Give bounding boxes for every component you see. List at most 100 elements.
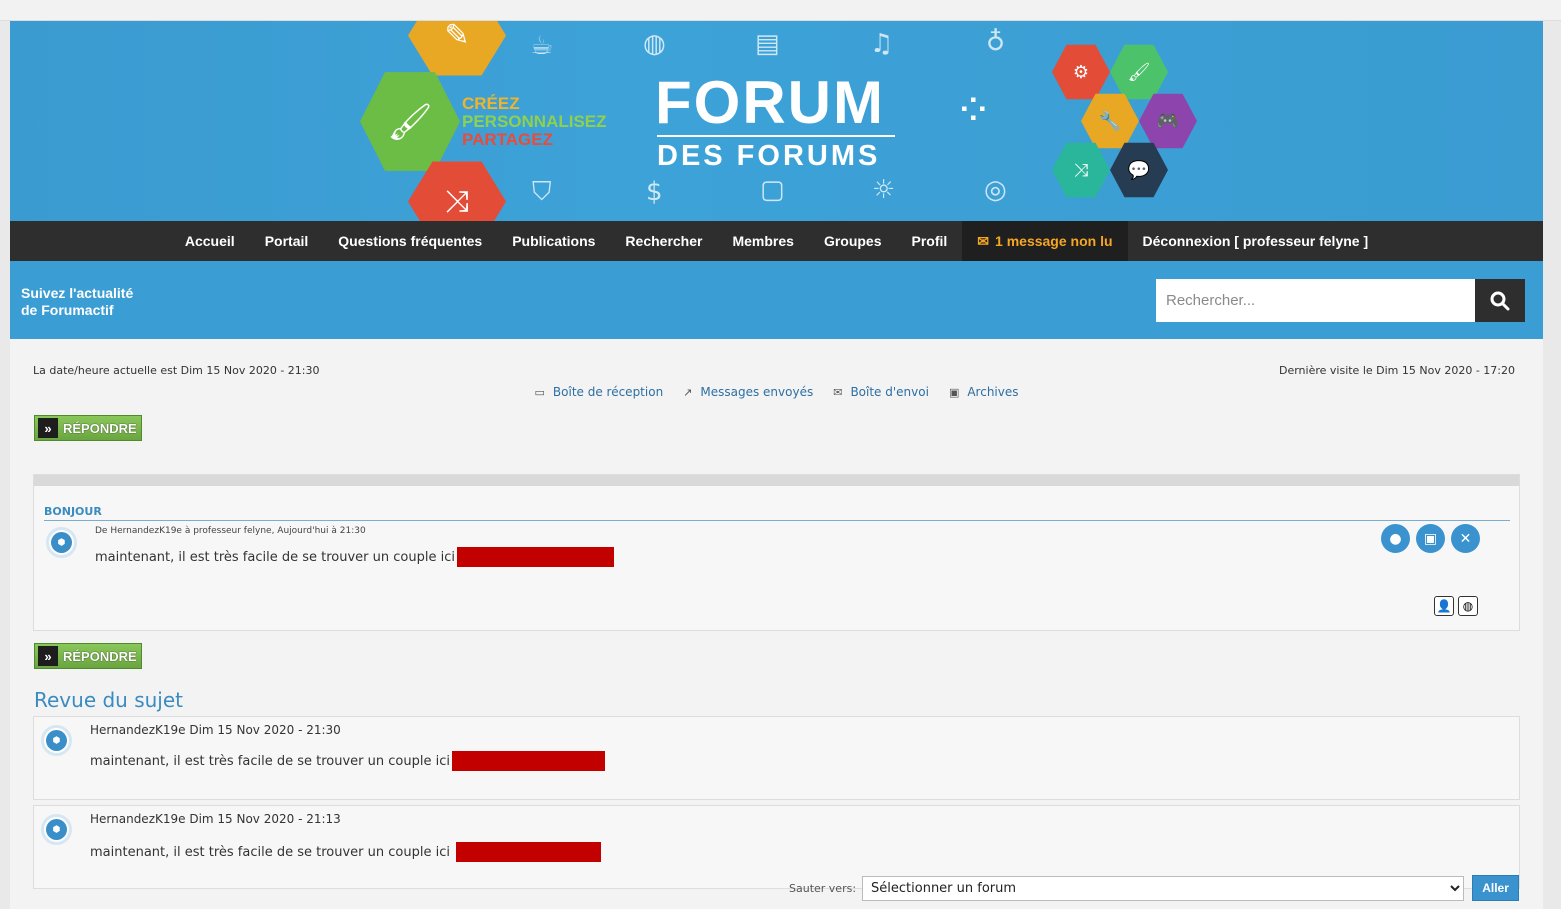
- nav-groupes[interactable]: Groupes: [809, 221, 897, 261]
- pm-archives-link[interactable]: ▣ Archives: [949, 385, 1019, 399]
- inbox-icon: ▭: [534, 385, 545, 399]
- wrench-hex-icon: 🔧: [1081, 93, 1139, 149]
- subject-divider: [44, 520, 1510, 521]
- nav-accueil[interactable]: Accueil: [170, 221, 250, 261]
- page-frame: ✎ 🖌 ⤨ CRÉEZ PERSONNALISEZ PARTAGEZ ☕ ◍ ▤…: [10, 21, 1543, 909]
- review-post-body: maintenant, il est très facile de se tro…: [90, 751, 605, 771]
- last-visit: Dernière visite le Dim 15 Nov 2020 - 17:…: [1278, 364, 1515, 377]
- review-post-body: maintenant, il est très facile de se tro…: [90, 842, 601, 862]
- search-icon: [1490, 291, 1510, 310]
- review-post-meta: HernandezK19e Dim 15 Nov 2020 - 21:13: [90, 812, 341, 826]
- speech-bubble-icon: ●: [1389, 530, 1402, 547]
- pm-outbox-label: Boîte d'envoi: [850, 385, 929, 399]
- nav-membres[interactable]: Membres: [717, 221, 808, 261]
- pm-inbox-link[interactable]: ▭ Boîte de réception: [535, 385, 664, 399]
- gears-hex-icon: ⚙: [1052, 44, 1110, 100]
- nav-faq[interactable]: Questions fréquentes: [323, 221, 497, 261]
- pm-inbox-label: Boîte de réception: [552, 385, 664, 399]
- pm-outbox-link[interactable]: ✉ Boîte d'envoi: [833, 385, 929, 399]
- loading-dots-icon: ⁘: [954, 83, 993, 137]
- cards-icon: ▢: [760, 175, 785, 205]
- pm-sent-label: Messages envoyés: [700, 385, 814, 399]
- nav-publications[interactable]: Publications: [497, 221, 610, 261]
- save-message-button[interactable]: ▣: [1416, 524, 1445, 553]
- forum-banner[interactable]: ✎ 🖌 ⤨ CRÉEZ PERSONNALISEZ PARTAGEZ ☕ ◍ ▤…: [10, 21, 1543, 221]
- coffee-icon: ☕: [530, 31, 554, 61]
- review-post-text: maintenant, il est très facile de se tro…: [90, 844, 450, 860]
- jump-label: Sauter vers:: [789, 881, 857, 895]
- save-icon: ▣: [948, 385, 960, 399]
- ball-icon: ◎: [984, 175, 1007, 205]
- website-button[interactable]: ◍: [1458, 596, 1478, 616]
- close-icon: ✕: [1459, 530, 1472, 547]
- browser-top-strip: [0, 0, 1561, 21]
- profile-button[interactable]: 👤: [1434, 596, 1454, 616]
- nav-unread-messages[interactable]: ✉ 1 message non lu: [962, 221, 1128, 261]
- redacted-block: [456, 547, 614, 567]
- slogan-create: CRÉEZ: [462, 94, 520, 113]
- unread-label: 1 message non lu: [995, 233, 1113, 249]
- avatar[interactable]: ⬢: [41, 814, 72, 845]
- chat-hex-icon: 💬: [1110, 142, 1168, 198]
- double-chevron-icon: »: [38, 418, 58, 438]
- document-icon: ▤: [755, 29, 780, 59]
- nav-profil[interactable]: Profil: [897, 221, 963, 261]
- search-input[interactable]: [1156, 279, 1475, 322]
- brush-small-hex-icon: 🖌: [1110, 44, 1168, 100]
- pm-folder-links: ▭ Boîte de réception ↗ Messages envoyés …: [10, 385, 1543, 399]
- reply-label: RÉPONDRE: [63, 420, 137, 436]
- floppy-icon: ▣: [1423, 530, 1438, 547]
- nav-portail[interactable]: Portail: [250, 221, 324, 261]
- share-icon: ↗: [683, 385, 693, 399]
- main-content: La date/heure actuelle est Dim 15 Nov 20…: [10, 339, 1543, 909]
- brush-hex-icon: 🖌: [360, 72, 460, 171]
- reply-button-top[interactable]: » RÉPONDRE: [34, 415, 142, 441]
- delete-message-button[interactable]: ✕: [1451, 524, 1480, 553]
- go-button[interactable]: Aller: [1472, 875, 1520, 901]
- reply-button-bottom[interactable]: » RÉPONDRE: [34, 643, 142, 669]
- logo-title-small: DES FORUMS: [657, 140, 881, 172]
- jump-to-forum: Sauter vers: Sélectionner un forum Aller: [789, 875, 1520, 901]
- message-text: maintenant, il est très facile de se tro…: [95, 549, 455, 565]
- sub-header: Suivez l'actualité de Forumactif: [10, 261, 1543, 339]
- panel-header-bar: [34, 475, 1519, 486]
- quote-button[interactable]: ●: [1381, 524, 1410, 553]
- logo-title-big: FORUM: [655, 69, 885, 136]
- pm-sent-link[interactable]: ↗ Messages envoyés: [683, 385, 813, 399]
- forum-select[interactable]: Sélectionner un forum: [862, 875, 1465, 901]
- search-button[interactable]: [1475, 279, 1525, 322]
- pencil-hex-icon: ✎: [408, 21, 506, 76]
- pm-archives-label: Archives: [967, 385, 1019, 399]
- follow-forumactif-link[interactable]: Suivez l'actualité de Forumactif: [21, 285, 133, 319]
- review-post-meta: HernandezK19e Dim 15 Nov 2020 - 21:30: [90, 723, 341, 737]
- follow-line-1: Suivez l'actualité: [21, 285, 134, 301]
- globe-icon: ◍: [643, 29, 666, 59]
- sun-icon: ☼: [872, 175, 896, 205]
- private-message: BONJOUR ⬢ De HernandezK19e à professeur …: [33, 474, 1520, 631]
- review-post-text: maintenant, il est très facile de se tro…: [90, 753, 450, 769]
- lightbulb-icon: ♁: [986, 27, 1006, 57]
- user-default-icon: ⬢: [46, 819, 67, 840]
- slogan-share: PARTAGEZ: [462, 130, 553, 149]
- current-datetime: La date/heure actuelle est Dim 15 Nov 20…: [33, 364, 320, 377]
- avatar[interactable]: ⬢: [46, 527, 77, 558]
- avatar[interactable]: ⬢: [41, 725, 72, 756]
- slogan-customize: PERSONNALISEZ: [462, 112, 607, 131]
- user-default-icon: ⬢: [46, 730, 67, 751]
- music-icon: ♫: [870, 29, 894, 59]
- banner-slogan: CRÉEZ PERSONNALISEZ PARTAGEZ: [462, 95, 607, 149]
- globe-icon: ◍: [1462, 599, 1474, 613]
- main-navbar: Accueil Portail Questions fréquentes Pub…: [10, 221, 1543, 261]
- topic-review-title: Revue du sujet: [34, 688, 184, 712]
- nav-rechercher[interactable]: Rechercher: [610, 221, 717, 261]
- message-body: maintenant, il est très facile de se tro…: [95, 547, 614, 567]
- envelope-icon: ✉: [977, 232, 990, 249]
- user-default-icon: ⬢: [51, 532, 72, 553]
- nav-logout[interactable]: Déconnexion [ professeur felyne ]: [1128, 221, 1384, 261]
- redacted-block: [451, 751, 605, 771]
- redacted-block: [455, 842, 601, 862]
- shuffle-small-hex-icon: ⤨: [1052, 142, 1110, 198]
- forum-logo: FORUM DES FORUMS: [655, 73, 895, 171]
- reply-label: RÉPONDRE: [63, 648, 137, 664]
- message-meta: De HernandezK19e à professeur felyne, Au…: [95, 526, 366, 536]
